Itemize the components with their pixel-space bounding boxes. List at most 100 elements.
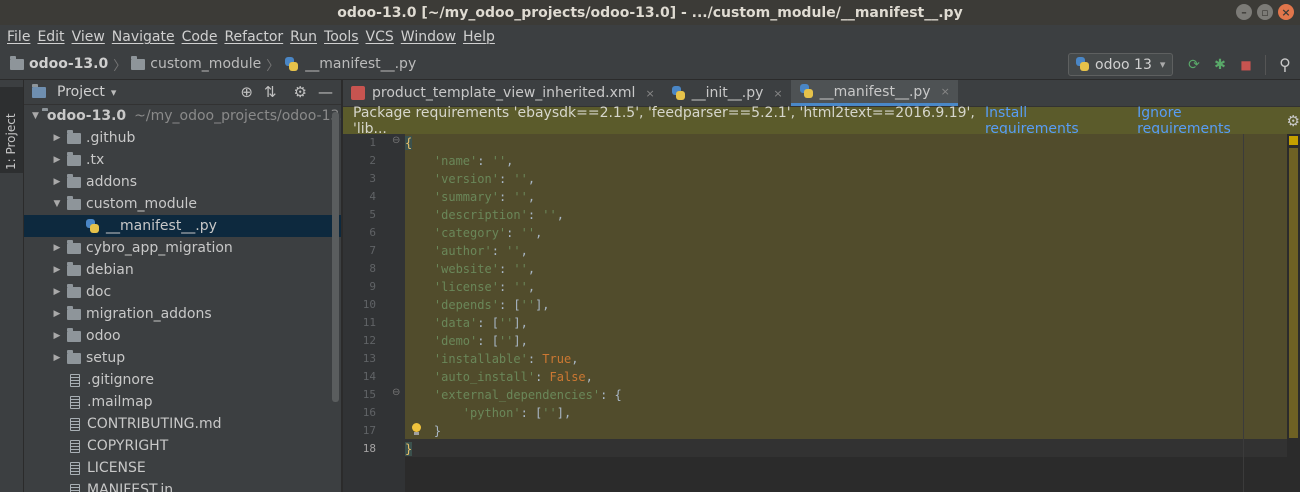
tab-product-template-view-inherited[interactable]: product_template_view_inherited.xml × [343, 80, 663, 106]
maximize-button[interactable]: ▫ [1257, 4, 1273, 20]
tab-manifest[interactable]: __manifest__.py × [790, 80, 958, 106]
stop-icon[interactable]: ■ [1235, 54, 1257, 76]
code-token: ], [513, 316, 528, 330]
code-token: : [ [477, 334, 499, 348]
menu-tools[interactable]: Tools [323, 29, 365, 45]
menu-refactor[interactable]: Refactor [223, 29, 289, 45]
locate-icon[interactable]: ⊕ [240, 83, 253, 101]
code-token: 'installable' [433, 352, 528, 366]
collapse-all-icon[interactable]: ⇅ [264, 83, 277, 101]
collapsed-arrow-icon[interactable]: ▶ [50, 309, 64, 319]
tree-item[interactable]: ▶ doc [24, 281, 341, 303]
project-tool-label[interactable]: 1: Project [4, 113, 18, 170]
project-panel-title[interactable]: Project [57, 84, 105, 100]
code-token: , [527, 280, 536, 294]
code-token: : [498, 280, 514, 294]
tab-init[interactable]: __init__.py × [663, 80, 791, 106]
menu-help[interactable]: Help [462, 29, 501, 45]
text-file-icon [70, 439, 80, 453]
folder-icon [67, 173, 81, 188]
debug-icon[interactable]: ✱ [1209, 54, 1231, 76]
expanded-arrow-icon[interactable]: ▼ [32, 111, 39, 121]
code-token: ], [513, 334, 528, 348]
tree-item[interactable]: ▶ setup [24, 347, 341, 369]
run-configuration-select[interactable]: odoo 13 ▾ [1068, 53, 1173, 76]
code-token: : [ [477, 316, 499, 330]
tree-item[interactable]: ▶ .github [24, 127, 341, 149]
project-scrollbar[interactable] [332, 112, 339, 402]
code-token: 'auto_install' [433, 370, 536, 384]
close-button[interactable]: × [1278, 4, 1294, 20]
code-token: , [506, 154, 514, 168]
collapsed-arrow-icon[interactable]: ▶ [50, 155, 64, 165]
tree-item[interactable]: ▶ addons [24, 171, 341, 193]
tree-item[interactable]: .gitignore [24, 369, 341, 391]
fold-open-icon[interactable]: ⊖ [392, 135, 400, 146]
breadcrumb-root[interactable]: odoo-13.0 [29, 56, 108, 72]
tree-item[interactable]: ▶ debian [24, 259, 341, 281]
menu-edit[interactable]: Edit [36, 29, 70, 45]
menu-file[interactable]: File [6, 29, 36, 45]
tree-item[interactable]: ▼ custom_module [24, 193, 341, 215]
tree-item[interactable]: ▶ odoo [24, 325, 341, 347]
collapsed-arrow-icon[interactable]: ▶ [50, 265, 64, 275]
tree-item-label: odoo [86, 328, 121, 344]
fold-open-icon[interactable]: ⊖ [392, 387, 400, 398]
hide-icon[interactable]: — [318, 83, 333, 101]
collapsed-arrow-icon[interactable]: ▶ [50, 287, 64, 297]
code-line: 'version': '', [405, 170, 1287, 188]
breadcrumb-folder[interactable]: custom_module [150, 56, 261, 72]
expanded-arrow-icon[interactable]: ▼ [50, 199, 64, 209]
warning-marker[interactable] [1289, 136, 1298, 145]
gear-icon[interactable]: ⚙ [1287, 112, 1300, 130]
menu-run[interactable]: Run [289, 29, 323, 45]
folder-icon [67, 129, 81, 144]
run-icon[interactable]: ⟳ [1183, 54, 1205, 76]
tree-item[interactable]: COPYRIGHT [24, 435, 341, 457]
code-token: 'name' [433, 154, 478, 168]
menu-window[interactable]: Window [400, 29, 462, 45]
tree-item[interactable]: ▼ odoo-13.0 ~/my_odoo_projects/odoo-13.0 [24, 105, 341, 127]
menu-code[interactable]: Code [181, 29, 224, 45]
collapsed-arrow-icon[interactable]: ▶ [50, 177, 64, 187]
code-editor[interactable]: 1 2 3 4 5 6 7 8 9 10 11 12 13 14 15 16 17 18 ⊖ ⊖ { 'name'… [343, 134, 1300, 492]
close-icon[interactable]: × [773, 87, 782, 100]
tree-item[interactable]: ▶ cybro_app_migration [24, 237, 341, 259]
highlight-marker[interactable] [1289, 148, 1298, 438]
xml-file-icon [351, 86, 365, 100]
minimize-button[interactable]: – [1236, 4, 1252, 20]
tree-item[interactable]: LICENSE [24, 457, 341, 479]
chevron-down-icon[interactable]: ▾ [111, 86, 117, 99]
gear-icon[interactable]: ⚙ [294, 83, 307, 101]
tree-item[interactable]: ▶ .tx [24, 149, 341, 171]
collapsed-arrow-icon[interactable]: ▶ [50, 331, 64, 341]
toolbar-separator [1265, 54, 1266, 75]
collapsed-arrow-icon[interactable]: ▶ [50, 243, 64, 253]
code-token: 'author' [433, 244, 492, 258]
code-token: 'description' [433, 208, 528, 222]
search-icon[interactable]: ⚲ [1274, 54, 1296, 76]
code-content[interactable]: { 'name': '', 'version': '', 'summary': … [405, 134, 1287, 458]
tree-item-path: ~/my_odoo_projects/odoo-13.0 [134, 108, 342, 124]
collapsed-arrow-icon[interactable]: ▶ [50, 133, 64, 143]
collapsed-arrow-icon[interactable]: ▶ [50, 353, 64, 363]
tree-item[interactable]: ▶ migration_addons [24, 303, 341, 325]
menu-view[interactable]: View [71, 29, 111, 45]
menu-vcs[interactable]: VCS [365, 29, 400, 45]
install-requirements-link[interactable]: Install requirements [985, 105, 1117, 137]
breadcrumb-file[interactable]: __manifest__.py [305, 56, 416, 72]
tree-item[interactable]: __manifest__.py [24, 215, 341, 237]
ignore-requirements-link[interactable]: Ignore requirements [1137, 105, 1271, 137]
tree-item[interactable]: CONTRIBUTING.md [24, 413, 341, 435]
menu-navigate[interactable]: Navigate [111, 29, 181, 45]
tree-item-label: COPYRIGHT [87, 438, 169, 454]
tree-item[interactable]: .mailmap [24, 391, 341, 413]
tree-item[interactable]: MANIFEST.in [24, 479, 341, 492]
lightbulb-icon[interactable] [411, 423, 421, 435]
code-line: 'external_dependencies': { [405, 386, 1287, 404]
close-icon[interactable]: × [941, 85, 950, 98]
close-icon[interactable]: × [645, 87, 654, 100]
